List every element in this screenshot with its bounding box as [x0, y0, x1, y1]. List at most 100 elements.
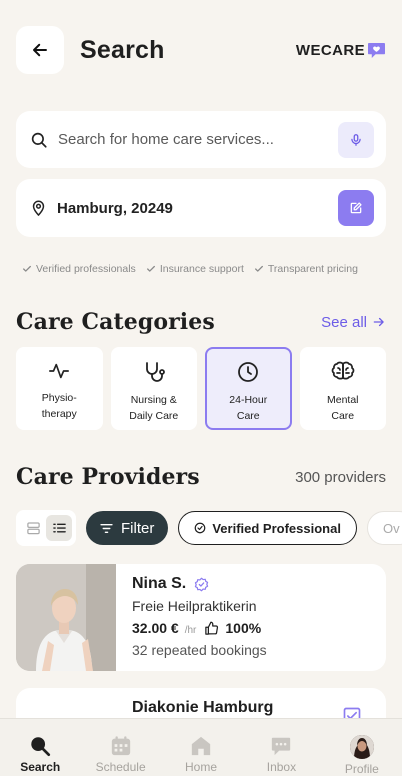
avatar-icon — [349, 735, 374, 759]
trust-badge: Verified professionals — [22, 263, 136, 275]
logo-text: WECARE — [295, 41, 365, 59]
trust-badge-label: Transparent pricing — [267, 263, 358, 275]
nav-label: Profile — [344, 762, 379, 776]
provider-name: Diakonie Hamburg — [132, 699, 274, 716]
wecare-logo[interactable]: WECARE — [296, 42, 386, 59]
search-bar[interactable] — [16, 111, 386, 168]
trust-badges: Verified professionals Insurance support… — [22, 263, 388, 275]
category-label: Physio- therapy — [42, 390, 77, 422]
category-label: Nursing & Daily Care — [129, 392, 178, 424]
providers-header: Care Providers 300 providers — [16, 462, 386, 492]
location-pin-icon — [32, 200, 45, 216]
nav-label: Inbox — [266, 760, 297, 774]
clock-icon — [238, 362, 259, 382]
filter-bar: Filter Verified Professional Ov — [16, 510, 402, 546]
avatar — [349, 735, 374, 759]
provider-name-row: Nina S. — [132, 575, 386, 593]
back-button[interactable] — [16, 26, 64, 74]
nav-schedule[interactable]: Schedule — [80, 719, 160, 776]
view-toggle — [16, 510, 76, 546]
provider-rating: 100% — [225, 620, 262, 636]
brain-icon — [331, 361, 355, 380]
nav-search[interactable]: Search — [0, 719, 80, 776]
page-title: Search — [80, 35, 165, 64]
category-label-line: Care — [236, 410, 260, 422]
provider-role: Freie Heilpraktikerin — [132, 598, 257, 614]
nav-profile[interactable]: Profile — [322, 719, 402, 776]
card-view-button[interactable] — [20, 515, 46, 541]
arrow-left-icon — [33, 43, 47, 57]
person-photo-icon — [16, 564, 116, 671]
list-view-button[interactable] — [46, 515, 72, 541]
verified-badge-icon — [195, 577, 209, 591]
category-24-hour-care[interactable]: 24-Hour Care — [205, 347, 292, 430]
providers-title: Care Providers — [16, 464, 200, 490]
trust-badge-label: Insurance support — [159, 263, 244, 275]
provider-name: Nina S. — [132, 575, 187, 592]
check-circle-icon — [194, 522, 206, 534]
heart-chat-icon — [368, 42, 385, 58]
list-view-icon — [52, 523, 66, 533]
category-label-line: Physio- — [41, 392, 77, 404]
chat-icon — [272, 737, 291, 756]
provider-price: 32.00 € — [132, 620, 179, 636]
home-icon — [191, 736, 211, 756]
filter-icon — [100, 523, 113, 533]
category-list: Physio- therapy Nursing & Daily Care 24-… — [16, 347, 386, 430]
arrow-right-icon — [373, 317, 384, 327]
bottom-nav: Search Schedule Home Inbox Profile — [0, 718, 402, 776]
filter-label: Filter — [121, 519, 155, 537]
microphone-icon — [351, 133, 361, 146]
chip-verified-professional[interactable]: Verified Professional — [178, 511, 357, 545]
category-nursing[interactable]: Nursing & Daily Care — [110, 347, 197, 430]
check-icon — [254, 265, 263, 272]
check-icon — [23, 265, 31, 272]
pulse-icon — [49, 363, 70, 379]
provider-bookings: 32 repeated bookings — [132, 642, 267, 658]
see-all-link[interactable]: See all — [321, 314, 386, 331]
nav-label: Home — [185, 760, 218, 774]
nav-home[interactable]: Home — [161, 719, 241, 776]
location-bar[interactable]: Hamburg, 20249 — [16, 179, 386, 237]
voice-search-button[interactable] — [338, 121, 374, 158]
category-label-line: Daily Care — [129, 410, 179, 422]
nav-label: Schedule — [95, 760, 146, 774]
category-label-line: Mental — [326, 394, 359, 406]
search-input[interactable] — [58, 131, 338, 148]
nav-label: Search — [20, 760, 61, 774]
category-label-line: therapy — [41, 408, 77, 420]
provider-info: Nina S. Freie Heilpraktikerin 32.00 € /h… — [116, 564, 386, 671]
providers-count: 300 providers — [295, 468, 386, 486]
see-all-label: See all — [321, 313, 367, 331]
category-label-line: Care — [331, 410, 355, 422]
category-label: 24-Hour Care — [229, 392, 267, 424]
search-icon — [31, 737, 51, 757]
trust-badge-label: Verified professionals — [36, 263, 136, 275]
provider-card[interactable]: Nina S. Freie Heilpraktikerin 32.00 € /h… — [16, 564, 386, 671]
stethoscope-icon — [145, 362, 165, 382]
check-icon — [146, 265, 155, 272]
location-value: Hamburg, 20249 — [57, 199, 173, 217]
category-label: Mental Care — [327, 392, 359, 424]
chip-label: Ov — [382, 520, 400, 536]
calendar-icon — [111, 736, 130, 756]
category-mental-care[interactable]: Mental Care — [299, 347, 386, 430]
price-unit: /hr — [184, 625, 197, 636]
categories-header: Care Categories See all — [16, 307, 386, 337]
thumbs-up-icon — [205, 621, 219, 635]
provider-stats: 32.00 € /hr 100% — [132, 620, 386, 636]
nav-inbox[interactable]: Inbox — [241, 719, 321, 776]
filter-button[interactable]: Filter — [86, 511, 169, 545]
card-view-icon — [26, 522, 40, 535]
trust-badge: Insurance support — [146, 263, 244, 275]
category-label-line: Nursing & — [130, 394, 177, 406]
edit-location-button[interactable] — [338, 190, 374, 226]
provider-photo — [16, 564, 116, 671]
chip-label: Verified Professional — [212, 520, 341, 536]
edit-icon — [350, 202, 362, 214]
category-physiotherapy[interactable]: Physio- therapy — [16, 347, 103, 430]
categories-title: Care Categories — [16, 309, 215, 335]
category-label-line: 24-Hour — [229, 394, 268, 406]
chip-more[interactable]: Ov — [366, 511, 402, 545]
search-icon — [31, 132, 47, 148]
